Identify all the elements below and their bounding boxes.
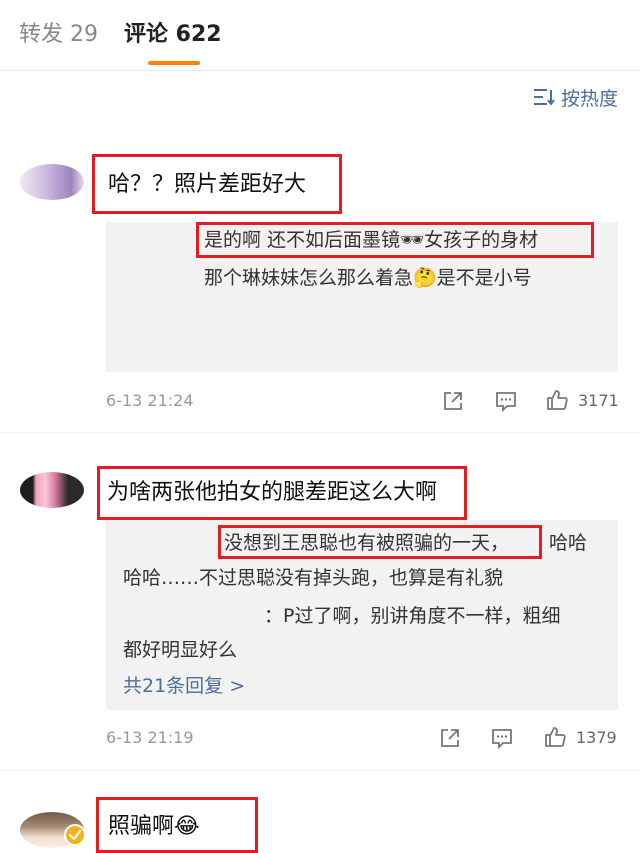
verified-icon — [64, 824, 86, 846]
reply-line: 那个琳妹妹怎么那么着急🤔是不是小号 — [204, 267, 532, 289]
reply-line: 都好明显好么 — [123, 639, 238, 661]
avatar[interactable] — [20, 472, 84, 508]
divider — [0, 432, 640, 433]
comment-text: 为啥两张他拍女的腿差距这么大啊 — [107, 480, 438, 505]
avatar[interactable] — [20, 164, 84, 200]
reply-line: 哈哈……不过思聪没有掉头跑，也算是有礼貌 — [123, 567, 504, 589]
comment-text: 哈？？照片差距好大 — [108, 172, 307, 197]
comment-time: 6-13 21:24 — [106, 391, 194, 410]
comment-icon[interactable] — [494, 389, 518, 413]
like-icon[interactable] — [543, 725, 567, 749]
reply-line: 哈哈 — [549, 532, 588, 554]
tab-comments[interactable]: 评论 622 — [124, 20, 222, 50]
share-icon[interactable] — [438, 726, 462, 750]
comment-text: 照骗啊😂 — [108, 814, 200, 839]
divider — [0, 770, 640, 771]
reply-line: 没想到王思聪也有被照骗的一天， — [224, 532, 510, 554]
comment-time: 6-13 21:19 — [106, 728, 194, 747]
active-tab-indicator — [148, 61, 200, 65]
sort-icon — [533, 88, 555, 106]
sort-button[interactable]: 按热度 — [533, 84, 618, 110]
like-count: 3171 — [578, 391, 619, 410]
sort-label: 按热度 — [560, 87, 618, 110]
tab-reposts[interactable]: 转发 29 — [19, 20, 98, 50]
comment-icon[interactable] — [490, 726, 514, 750]
share-icon[interactable] — [441, 389, 465, 413]
reply-line: 是的啊 还不如后面墨镜🕶女孩子的身材 — [204, 229, 539, 251]
view-replies-link[interactable]: 共21条回复 > — [123, 673, 245, 699]
reply-line: ：P过了啊，别讲角度不一样，粗细 — [264, 605, 561, 627]
like-icon[interactable] — [545, 388, 569, 412]
tab-bar: 转发 29 评论 622 — [0, 0, 640, 71]
like-count: 1379 — [576, 728, 617, 747]
